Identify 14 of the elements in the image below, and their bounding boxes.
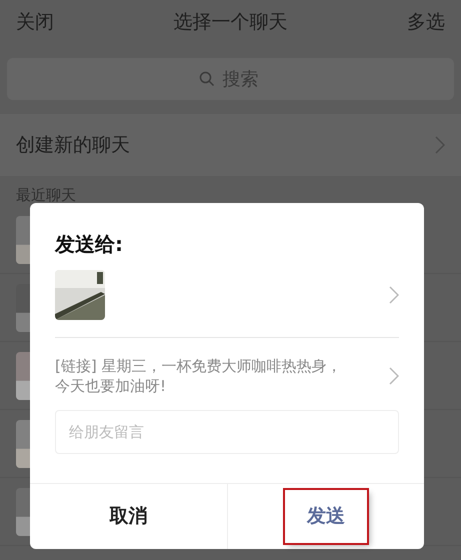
comment-field[interactable]: 给朋友留言	[55, 410, 399, 454]
create-chat-row[interactable]: 创建新的聊天	[0, 114, 461, 176]
link-preview-row[interactable]: [链接] 星期三，一杯免费大师咖啡热热身，今天也要加油呀!	[55, 338, 399, 396]
close-button[interactable]: 关闭	[16, 8, 54, 36]
chevron-right-icon	[389, 367, 399, 385]
dialog-title: 发送给:	[55, 231, 124, 258]
multi-select-button[interactable]: 多选	[407, 8, 445, 36]
chevron-right-icon	[389, 286, 399, 304]
window-title: 选择一个聊天	[174, 10, 288, 35]
chevron-right-icon	[435, 136, 445, 154]
cancel-button[interactable]: 取消	[87, 490, 170, 543]
send-button[interactable]: 发送	[284, 490, 367, 543]
search-icon	[199, 71, 215, 87]
link-message: [链接] 星期三，一杯免费大师咖啡热热身，今天也要加油呀!	[55, 356, 342, 396]
